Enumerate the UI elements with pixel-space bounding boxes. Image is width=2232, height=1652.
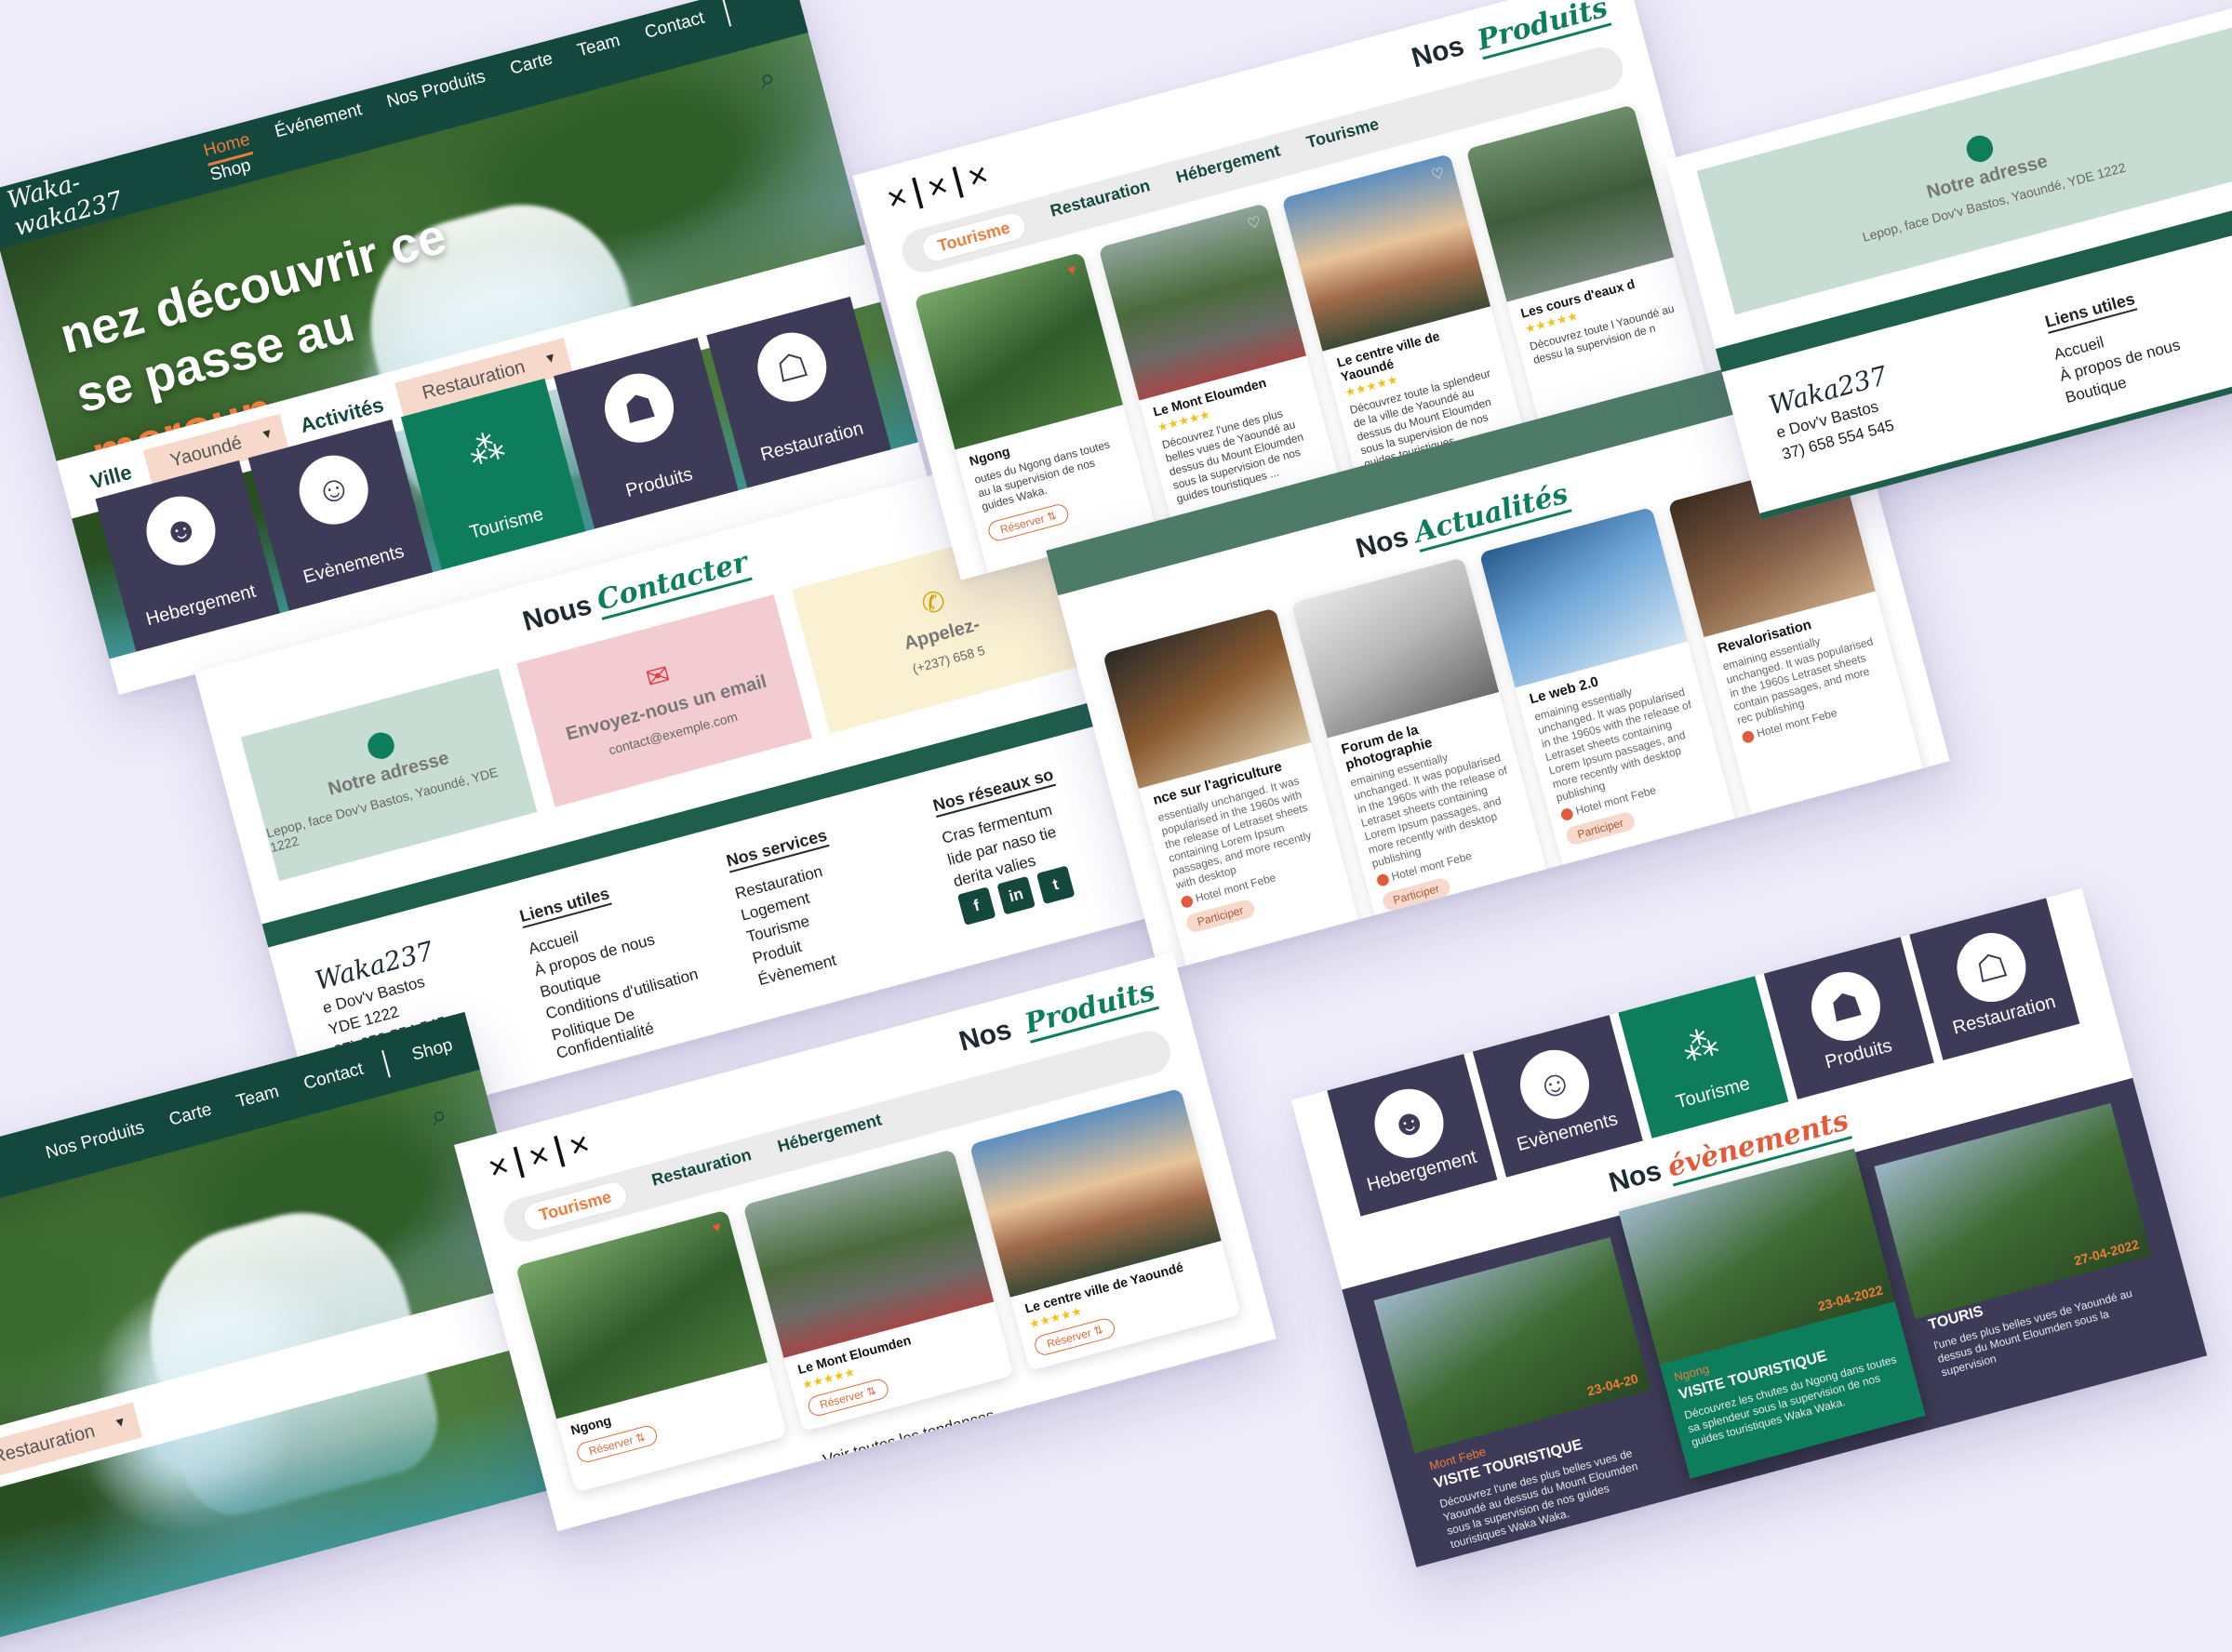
hero-panel-bottom: Nos Produits Carte Team Contact Shop ⌕ A…	[0, 1011, 591, 1652]
nav-produits[interactable]: Nos Produits	[44, 1118, 147, 1164]
mask-icon: ☻	[1367, 1081, 1451, 1166]
linkedin-icon[interactable]: in	[996, 875, 1036, 915]
contact-title-prefix: Nous	[519, 589, 595, 638]
mask-icon: ☗	[596, 366, 682, 450]
nav-contact[interactable]: Contact	[643, 8, 707, 44]
team-title-accent: Equipe	[1553, 886, 1661, 946]
phone-icon: ✆	[918, 585, 949, 621]
nav-menu: Home Événement Nos Produits Carte Team C…	[180, 0, 787, 192]
envelope-icon: ✉	[642, 659, 674, 695]
navbar: Waka-waka237 Home Événement Nos Produits…	[0, 0, 809, 249]
category-label: Produits	[1823, 1035, 1894, 1073]
products-title-prefix: Nos	[956, 1013, 1015, 1058]
product-card[interactable]: Le Mont Eloumden ★★★★★ Réserver ⇅	[742, 1149, 1014, 1432]
navbar: Nos Produits Carte Team Contact Shop	[0, 1011, 480, 1258]
drums-icon: ⁂	[1677, 1022, 1723, 1070]
twitter-icon[interactable]: t	[1036, 865, 1076, 905]
nav-evenement[interactable]: Événement	[273, 100, 365, 142]
event-card[interactable]: 27-04-2022 TOURIS l'une des plus belles …	[1874, 1102, 2183, 1433]
nav-carte[interactable]: Carte	[167, 1100, 215, 1131]
nav-separator	[722, 0, 732, 27]
location-pin-icon: ⬤	[1961, 128, 1998, 165]
category-label: Tourisme	[1674, 1072, 1753, 1113]
tribal-pattern-icon: ✕|✕|✕	[484, 1123, 595, 1187]
category-label: Produits	[623, 463, 695, 501]
event-card[interactable]: 23-04-20 Mont Febe VISITE TOURISTIQUE Dé…	[1373, 1237, 1682, 1567]
nav-team[interactable]: Team	[575, 31, 622, 61]
tab-tourisme-2[interactable]: Tourisme	[1304, 114, 1383, 162]
footer-services: Nos services Restauration Logement Touri…	[724, 806, 937, 1011]
category-label: Restauration	[758, 418, 866, 466]
location-pin-icon: ⬤	[1179, 893, 1195, 910]
event-date: 23-04-20	[1585, 1370, 1640, 1399]
mockup-scene: Waka-waka237 Home Événement Nos Produits…	[0, 0, 2232, 1652]
mask-icon: ☖	[749, 325, 835, 409]
footer-liens: Liens utiles Accueil À propos de nous Bo…	[517, 862, 730, 1067]
location-pin-icon: ⬤	[362, 726, 399, 762]
mask-icon: ☖	[1949, 925, 2034, 1010]
category-label: Tourisme	[467, 503, 546, 543]
nav-team[interactable]: Team	[234, 1082, 282, 1112]
mask-icon: ☗	[1803, 964, 1889, 1049]
product-card[interactable]: Le centre ville de Yaoundé ★★★★★ Réserve…	[969, 1087, 1241, 1371]
nav-contact[interactable]: Contact	[301, 1059, 366, 1095]
team-title-prefix: Notre	[1480, 916, 1555, 962]
face-icon: ☺	[291, 447, 376, 532]
hero-section: Nos Produits Carte Team Contact Shop ⌕ A…	[0, 1011, 591, 1652]
nav-menu: Nos Produits Carte Team Contact Shop	[21, 1032, 456, 1174]
events-title-prefix: Nos	[1605, 1155, 1665, 1199]
products-title-prefix: Nos	[1408, 30, 1467, 73]
face-icon: ☺	[1512, 1042, 1597, 1127]
category-label: Hebergement	[143, 580, 259, 631]
drums-icon: ⁂	[464, 425, 509, 473]
search-icon[interactable]: ⌕	[755, 56, 801, 101]
facebook-icon[interactable]: f	[956, 886, 996, 926]
logo[interactable]: Waka-waka237	[5, 141, 194, 243]
location-pin-icon: ⬤	[1374, 871, 1391, 887]
category-label: Evènements	[301, 540, 407, 588]
reseau-title-prefix: Notre	[835, 1460, 909, 1506]
reseau-title-accent: Réseau	[907, 1430, 1019, 1490]
nav-produits[interactable]: Nos Produits	[384, 67, 488, 113]
search-icon[interactable]: ⌕	[427, 1093, 473, 1139]
events-panel: ☻ Hebergement ☺ Evènements ⁂ Tourisme ☗ …	[1290, 887, 2208, 1568]
footer-panel-right: ⬤ Notre adresse Lepop, face Dov'v Bastos…	[1664, 1, 2232, 520]
nav-separator	[381, 1049, 391, 1078]
product-card[interactable]: ♥ Ngong Réserver ⇅	[515, 1209, 787, 1493]
mask-icon: ☻	[139, 488, 223, 573]
news-title-prefix: Nos	[1352, 521, 1412, 565]
tribal-pattern-icon: ✕|✕|✕	[883, 153, 994, 218]
nav-carte[interactable]: Carte	[508, 49, 555, 80]
activites-select[interactable]: Restauration	[0, 1401, 142, 1483]
location-pin-icon: ⬤	[1558, 806, 1575, 822]
nav-shop[interactable]: Shop	[410, 1035, 456, 1066]
location-pin-icon: ⬤	[1740, 727, 1757, 744]
